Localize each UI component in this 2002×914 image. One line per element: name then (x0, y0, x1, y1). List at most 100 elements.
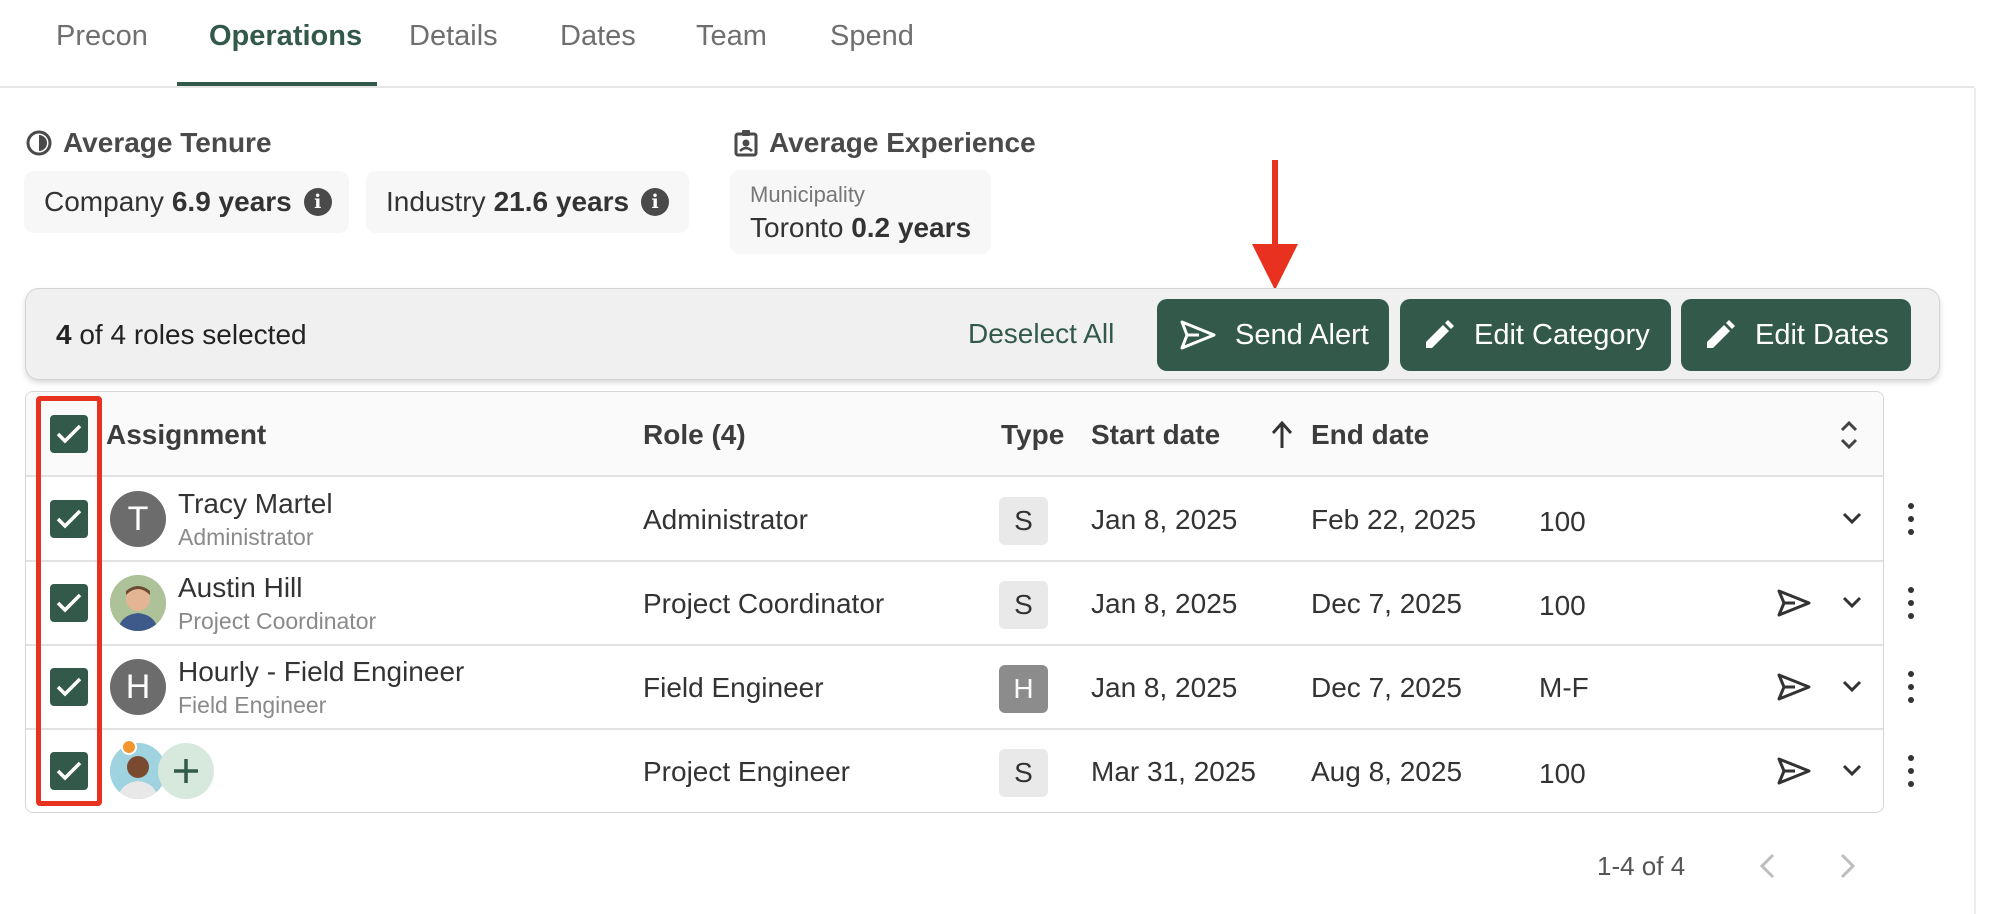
avatar (110, 575, 166, 631)
end-date-cell: Dec 7, 2025 (1311, 588, 1462, 619)
info-icon[interactable]: i (641, 188, 670, 216)
expand-collapse-all-icon[interactable] (1838, 418, 1860, 452)
start-date-cell: Jan 8, 2025 (1091, 504, 1238, 535)
industry-tenure-chip: Industry 21.6 years i (366, 171, 689, 233)
role-cell: Field Engineer (643, 672, 824, 703)
tab-precon[interactable]: Precon (56, 20, 148, 84)
type-badge: H (999, 665, 1048, 713)
allocation-cell: 100 (1539, 758, 1586, 789)
header-role[interactable]: Role (4) (643, 419, 746, 451)
pagination-range: 1-4 of 4 (1597, 851, 1686, 881)
pencil-icon (1426, 320, 1454, 348)
company-label: Company (44, 186, 164, 217)
edit-category-label: Edit Category (1474, 318, 1650, 351)
row-menu-icon[interactable] (1905, 503, 1917, 535)
selected-text: of 4 roles selected (79, 319, 307, 350)
municipality-years: 0.2 years (851, 212, 972, 243)
pie-chart-icon (26, 130, 52, 156)
chevron-left-icon[interactable] (1757, 852, 1779, 880)
send-alert-label: Send Alert (1235, 318, 1369, 351)
start-date-cell: Jan 8, 2025 (1091, 672, 1238, 703)
assignments-table: Assignment Role (4) Type Start date End … (25, 391, 1884, 813)
status-dot (121, 739, 137, 755)
tenure-heading: Average Tenure (25, 127, 272, 159)
row-menu-icon[interactable] (1905, 755, 1917, 787)
type-badge: S (999, 497, 1048, 545)
start-date-cell: Jan 8, 2025 (1091, 588, 1238, 619)
selection-toolbar: 4 of 4 roles selected Deselect All Send … (25, 288, 1940, 380)
table-row[interactable]: Austin Hill Project Coordinator Project … (26, 562, 1883, 646)
start-date-cell: Mar 31, 2025 (1091, 756, 1256, 787)
tab-spend[interactable]: Spend (830, 20, 914, 84)
send-icon[interactable] (1776, 672, 1812, 702)
edit-dates-label: Edit Dates (1755, 318, 1889, 351)
edit-category-button[interactable]: Edit Category (1400, 299, 1671, 371)
tenure-title: Average Tenure (63, 127, 272, 158)
add-assignee-button[interactable] (158, 743, 214, 799)
industry-label: Industry (386, 186, 486, 217)
person-photo-icon (110, 575, 166, 631)
allocation-cell: 100 (1539, 506, 1586, 537)
edit-dates-button[interactable]: Edit Dates (1681, 299, 1911, 371)
municipality-chip: Municipality Toronto 0.2 years (730, 170, 991, 254)
allocation-cell: 100 (1539, 590, 1586, 621)
pencil-icon (1707, 320, 1735, 348)
company-value: 6.9 years (171, 186, 292, 217)
allocation-cell: M-F (1539, 672, 1589, 703)
deselect-all-link[interactable]: Deselect All (968, 318, 1114, 350)
industry-value: 21.6 years (493, 186, 630, 217)
selection-count: 4 of 4 roles selected (56, 319, 307, 351)
sort-ascending-icon[interactable] (1270, 420, 1294, 450)
scrollbar-track[interactable] (1974, 88, 1976, 914)
table-row[interactable]: H Hourly - Field Engineer Field Engineer… (26, 646, 1883, 730)
header-end-date[interactable]: End date (1311, 419, 1429, 451)
badge-icon (734, 130, 758, 157)
role-cell: Administrator (643, 504, 808, 535)
chevron-down-icon[interactable] (1841, 511, 1863, 527)
info-icon[interactable]: i (303, 188, 332, 216)
send-icon[interactable] (1776, 756, 1812, 786)
assignee-title: Administrator (178, 524, 314, 550)
chevron-down-icon[interactable] (1841, 595, 1863, 611)
table-header: Assignment Role (4) Type Start date End … (26, 392, 1883, 477)
company-tenure-chip: Company 6.9 years i (24, 171, 349, 233)
row-menu-icon[interactable] (1905, 671, 1917, 703)
row-menu-icon[interactable] (1905, 587, 1917, 619)
tab-bar: Precon Operations Details Dates Team Spe… (0, 0, 1974, 88)
role-cell: Project Coordinator (643, 588, 885, 619)
type-badge: S (999, 581, 1048, 629)
municipality-value: Toronto 0.2 years (750, 212, 971, 244)
plus-icon (174, 759, 198, 783)
header-type[interactable]: Type (1001, 419, 1064, 451)
table-row[interactable]: Project Engineer S Mar 31, 2025 Aug 8, 2… (26, 730, 1883, 812)
annotation-highlight-box (36, 396, 102, 806)
tab-operations[interactable]: Operations (209, 20, 362, 84)
send-icon (1180, 320, 1216, 350)
type-badge: S (999, 749, 1048, 797)
end-date-cell: Aug 8, 2025 (1311, 756, 1463, 787)
chevron-right-icon[interactable] (1836, 852, 1858, 880)
experience-heading: Average Experience (733, 127, 1036, 159)
role-cell: Project Engineer (643, 756, 851, 787)
assignee-title: Project Coordinator (178, 608, 377, 634)
assignee-title: Field Engineer (178, 692, 327, 718)
chevron-down-icon[interactable] (1841, 679, 1863, 695)
selected-number: 4 (56, 319, 72, 350)
tab-team[interactable]: Team (696, 20, 767, 84)
assignee-name: Hourly - Field Engineer (178, 656, 465, 687)
table-row[interactable]: T Tracy Martel Administrator Administrat… (26, 478, 1883, 562)
tab-details[interactable]: Details (409, 20, 498, 84)
chevron-down-icon[interactable] (1841, 763, 1863, 779)
annotation-arrow-icon (1252, 160, 1298, 290)
assignee-name: Austin Hill (178, 572, 303, 603)
avatar: H (110, 659, 166, 715)
end-date-cell: Dec 7, 2025 (1311, 672, 1462, 703)
header-start-date[interactable]: Start date (1091, 419, 1220, 451)
assignee-name: Tracy Martel (178, 488, 333, 519)
tab-dates[interactable]: Dates (560, 20, 636, 84)
avatar: T (110, 491, 166, 547)
header-assignment[interactable]: Assignment (106, 419, 266, 451)
send-icon[interactable] (1776, 588, 1812, 618)
municipality-city: Toronto (750, 212, 844, 243)
send-alert-button[interactable]: Send Alert (1157, 299, 1389, 371)
